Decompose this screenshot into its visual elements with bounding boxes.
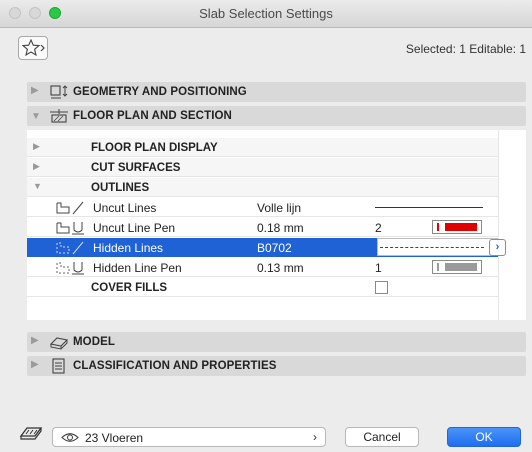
section-classification-and-properties[interactable]: ▶ CLASSIFICATION AND PROPERTIES [27, 356, 526, 376]
pen-number: 1 [375, 261, 382, 275]
property-name: Hidden Lines [93, 241, 164, 255]
window-title: Slab Selection Settings [199, 6, 333, 21]
group-label: OUTLINES [91, 182, 150, 194]
section-geometry-and-positioning[interactable]: ▶ GEOMETRY AND POSITIONING [27, 82, 526, 102]
hidden-line-pen-icon [56, 262, 84, 275]
cancel-button[interactable]: Cancel [345, 427, 419, 447]
classification-icon [52, 358, 65, 374]
expand-triangle-icon: ▶ [31, 85, 39, 96]
floor-plan-icon [50, 109, 68, 123]
dialog-footer: 23 Vloeren › Cancel OK [0, 418, 532, 452]
panel-scrollbar[interactable] [498, 130, 526, 320]
pen-color-marker [437, 223, 439, 231]
group-floor-plan-display[interactable]: ▶ FLOOR PLAN DISPLAY [27, 138, 498, 157]
eye-icon [61, 433, 79, 442]
property-value[interactable]: B0702 [257, 241, 292, 255]
selection-status: Selected: 1 Editable: 1 [405, 42, 526, 56]
section-model[interactable]: ▶ MODEL [27, 332, 526, 352]
collapse-triangle-icon: ▼ [31, 111, 41, 122]
dashed-line-preview [380, 247, 484, 248]
expand-triangle-icon: ▶ [33, 161, 40, 171]
cover-fills-checkbox[interactable] [375, 281, 388, 294]
cover-fills-label: COVER FILLS [91, 282, 168, 294]
ok-button[interactable]: OK [447, 427, 521, 447]
group-label: FLOOR PLAN DISPLAY [91, 142, 218, 154]
property-row-hidden-line-pen[interactable]: Hidden Line Pen 0.13 mm 1 [27, 258, 498, 277]
pen-color-swatch[interactable] [432, 220, 482, 234]
line-type-chooser-button[interactable]: › [489, 239, 506, 256]
solid-line-preview [375, 207, 483, 208]
pen-number: 2 [375, 221, 382, 235]
group-cut-surfaces[interactable]: ▶ CUT SURFACES [27, 158, 498, 177]
section-label: GEOMETRY AND POSITIONING [73, 86, 247, 98]
hidden-lines-icon [56, 241, 84, 255]
uncut-line-pen-icon [56, 222, 84, 235]
line-type-preview-cell[interactable] [377, 238, 498, 256]
uncut-lines-icon [56, 201, 84, 215]
property-name: Uncut Lines [93, 201, 157, 215]
expand-triangle-icon: ▶ [33, 141, 40, 151]
pen-color-marker [437, 263, 439, 271]
floor-plan-settings-panel: ▶ FLOOR PLAN DISPLAY ▶ CUT SURFACES ▼ OU… [27, 130, 526, 320]
title-bar: Slab Selection Settings [0, 0, 532, 28]
section-label: CLASSIFICATION AND PROPERTIES [73, 360, 277, 372]
property-value[interactable]: 0.18 mm [257, 221, 304, 235]
pen-color-fill [445, 263, 477, 271]
property-name: Uncut Line Pen [93, 221, 176, 235]
section-label: MODEL [73, 336, 116, 348]
section-floor-plan-and-section[interactable]: ▼ FLOOR PLAN AND SECTION [27, 106, 526, 126]
group-label: CUT SURFACES [91, 162, 181, 174]
property-row-cover-fills: COVER FILLS [27, 278, 498, 297]
group-outlines[interactable]: ▼ OUTLINES [27, 178, 498, 197]
geometry-icon [50, 85, 68, 99]
pen-color-swatch[interactable] [432, 260, 482, 274]
model-icon [49, 337, 69, 350]
section-label: FLOOR PLAN AND SECTION [73, 110, 232, 122]
collapse-triangle-icon: ▼ [33, 181, 42, 191]
property-row-uncut-lines[interactable]: Uncut Lines Volle lijn [27, 198, 498, 217]
layer-select-value: 23 Vloeren [85, 431, 144, 445]
property-value[interactable]: 0.13 mm [257, 261, 304, 275]
property-name: Hidden Line Pen [93, 261, 182, 275]
property-row-uncut-line-pen[interactable]: Uncut Line Pen 0.18 mm 2 [27, 218, 498, 237]
chevron-right-icon: › [313, 430, 317, 444]
slab-tool-icon[interactable] [18, 422, 44, 444]
expand-triangle-icon: ▶ [31, 335, 39, 346]
pen-color-fill [445, 223, 477, 231]
favorites-button[interactable] [18, 36, 48, 60]
property-value[interactable]: Volle lijn [257, 201, 301, 215]
layer-select[interactable]: 23 Vloeren › [52, 427, 326, 447]
property-row-hidden-lines[interactable]: Hidden Lines B0702 [27, 238, 498, 257]
expand-triangle-icon: ▶ [31, 359, 39, 370]
star-icon [22, 39, 45, 57]
